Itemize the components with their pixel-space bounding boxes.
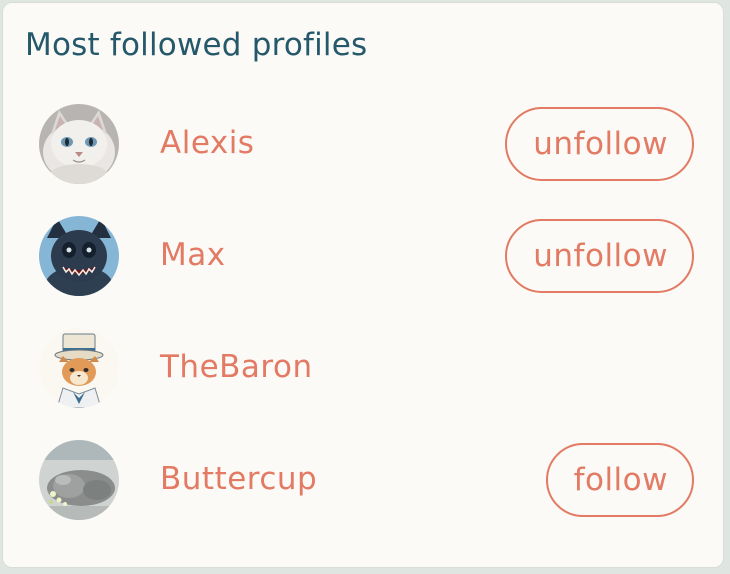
most-followed-card: Most followed profiles Alexis unfollow M… (2, 2, 724, 568)
profile-name[interactable]: Buttercup (160, 461, 317, 497)
profile-row: Buttercup follow (3, 435, 723, 525)
cat-in-top-hat-avatar-image (39, 328, 119, 408)
profile-name[interactable]: Alexis (160, 125, 254, 161)
white-cat-avatar[interactable] (39, 104, 119, 184)
profile-row: TheBaron (3, 323, 723, 413)
cat-in-top-hat-avatar[interactable] (39, 328, 119, 408)
sleeping-cat-avatar[interactable] (39, 440, 119, 520)
profile-name[interactable]: Max (160, 237, 226, 273)
profile-name[interactable]: TheBaron (160, 349, 313, 385)
card-title: Most followed profiles (25, 27, 368, 63)
dark-cartoon-creature-avatar[interactable] (39, 216, 119, 296)
unfollow-button[interactable]: unfollow (505, 219, 694, 293)
sleeping-cat-avatar-image (39, 440, 119, 520)
profile-row: Alexis unfollow (3, 99, 723, 189)
follow-button[interactable]: follow (545, 443, 694, 517)
dark-cartoon-creature-avatar-image (39, 216, 119, 296)
profile-row: Max unfollow (3, 211, 723, 301)
white-cat-avatar-image (39, 104, 119, 184)
unfollow-button[interactable]: unfollow (505, 107, 694, 181)
